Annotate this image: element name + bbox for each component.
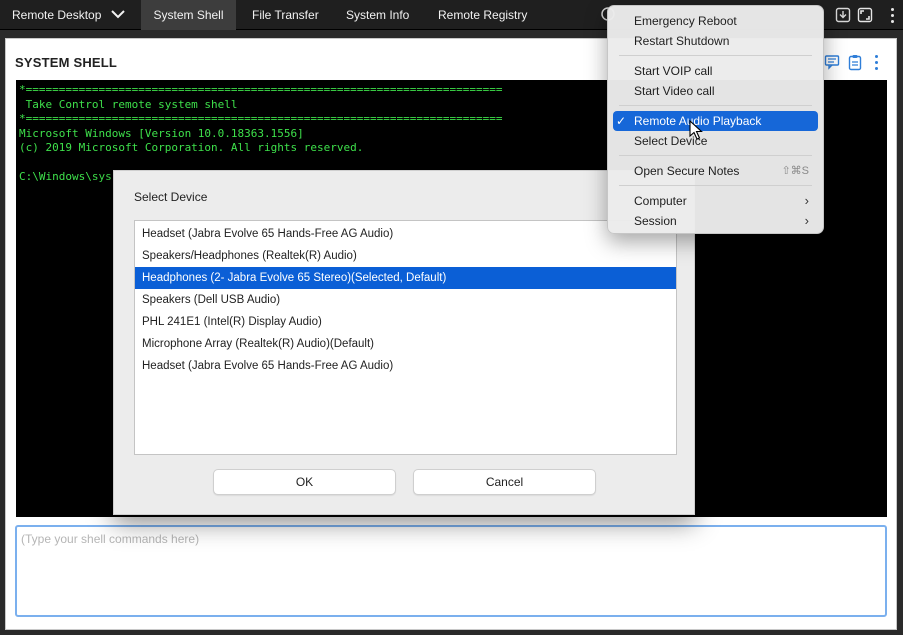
chevron-down-icon bbox=[111, 0, 126, 30]
shell-command-input[interactable] bbox=[17, 527, 885, 551]
menu-item-start-video-call[interactable]: Start Video call bbox=[613, 81, 818, 101]
menu-separator bbox=[619, 185, 812, 186]
menu-separator bbox=[619, 155, 812, 156]
tab-label: Remote Desktop bbox=[12, 8, 102, 22]
menu-item-label: Open Secure Notes bbox=[634, 164, 740, 178]
menu-item-select-device[interactable]: Select Device bbox=[613, 131, 818, 151]
list-item[interactable]: Headset (Jabra Evolve 65 Hands-Free AG A… bbox=[135, 223, 676, 245]
page-title: SYSTEM SHELL bbox=[15, 55, 118, 70]
chevron-right-icon: › bbox=[804, 193, 809, 208]
tab-file-transfer[interactable]: File Transfer bbox=[252, 0, 319, 30]
tab-system-shell[interactable]: System Shell bbox=[141, 0, 236, 30]
list-item[interactable]: Headset (Jabra Evolve 65 Hands-Free AG A… bbox=[135, 355, 676, 377]
clipboard-icon[interactable] bbox=[847, 54, 863, 72]
menu-item-computer[interactable]: Computer › bbox=[613, 191, 818, 211]
menu-item-session[interactable]: Session › bbox=[613, 211, 818, 231]
download-icon[interactable] bbox=[835, 7, 851, 23]
menu-item-label: Start VOIP call bbox=[634, 64, 713, 78]
shortcut-label: ⇧⌘S bbox=[781, 165, 809, 177]
menu-item-remote-audio-playback[interactable]: ✓ Remote Audio Playback bbox=[613, 111, 818, 131]
menu-item-start-voip-call[interactable]: Start VOIP call bbox=[613, 61, 818, 81]
tab-remote-registry[interactable]: Remote Registry bbox=[438, 0, 527, 30]
menu-item-label: Emergency Reboot bbox=[634, 14, 737, 28]
command-input-box[interactable] bbox=[15, 525, 887, 617]
list-item[interactable]: Microphone Array (Realtek(R) Audio)(Defa… bbox=[135, 333, 676, 355]
tab-label: System Info bbox=[346, 8, 410, 22]
context-menu: Emergency Reboot Restart Shutdown Start … bbox=[607, 5, 824, 234]
menu-separator bbox=[619, 55, 812, 56]
list-item[interactable]: Speakers (Dell USB Audio) bbox=[135, 289, 676, 311]
fullscreen-icon[interactable] bbox=[857, 7, 873, 23]
list-item[interactable]: Speakers/Headphones (Realtek(R) Audio) bbox=[135, 245, 676, 267]
menu-item-label: Computer bbox=[634, 194, 687, 208]
more-vertical-icon[interactable] bbox=[887, 6, 897, 24]
tab-system-info[interactable]: System Info bbox=[346, 0, 409, 30]
tab-label: File Transfer bbox=[252, 8, 319, 22]
menu-item-label: Start Video call bbox=[634, 84, 715, 98]
menu-item-restart-shutdown[interactable]: Restart Shutdown bbox=[613, 31, 818, 51]
chevron-right-icon: › bbox=[804, 213, 809, 228]
list-item-selected[interactable]: Headphones (2- Jabra Evolve 65 Stereo)(S… bbox=[135, 267, 676, 289]
list-item[interactable]: PHL 241E1 (Intel(R) Display Audio) bbox=[135, 311, 676, 333]
mouse-cursor-icon bbox=[689, 119, 703, 140]
menu-item-label: Restart Shutdown bbox=[634, 34, 730, 48]
device-list[interactable]: Headset (Jabra Evolve 65 Hands-Free AG A… bbox=[134, 220, 677, 455]
ok-button[interactable]: OK bbox=[213, 469, 396, 495]
menu-separator bbox=[619, 105, 812, 106]
checkmark-icon: ✓ bbox=[616, 114, 627, 128]
dialog-title: Select Device bbox=[134, 190, 208, 204]
tab-label: Remote Registry bbox=[438, 8, 528, 22]
menu-item-label: Session bbox=[634, 214, 677, 228]
tab-remote-desktop[interactable]: Remote Desktop bbox=[12, 0, 126, 30]
more-vertical-icon[interactable] bbox=[873, 55, 879, 71]
cancel-button[interactable]: Cancel bbox=[413, 469, 596, 495]
tab-label: System Shell bbox=[153, 8, 224, 22]
menu-item-open-secure-notes[interactable]: Open Secure Notes ⇧⌘S bbox=[613, 161, 818, 181]
menu-item-emergency-reboot[interactable]: Emergency Reboot bbox=[613, 11, 818, 31]
chat-icon[interactable] bbox=[824, 54, 840, 72]
